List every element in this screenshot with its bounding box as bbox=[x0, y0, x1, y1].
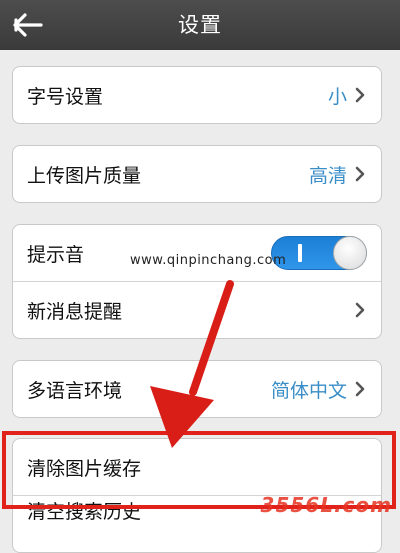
language-value: 简体中文 bbox=[270, 379, 347, 402]
upload-quality-label: 上传图片质量 bbox=[27, 164, 142, 187]
watermark-text: www.qinpinchang.com bbox=[130, 253, 287, 268]
header-bar: 设置 bbox=[0, 0, 400, 50]
font-size-value: 小 bbox=[327, 85, 347, 108]
language-row[interactable]: 多语言环境 简体中文 bbox=[13, 361, 381, 417]
upload-quality-row[interactable]: 上传图片质量 高清 bbox=[13, 146, 381, 202]
toggle-knob bbox=[333, 236, 367, 270]
chevron-right-icon bbox=[353, 165, 367, 183]
upload-quality-value: 高清 bbox=[308, 164, 347, 187]
chevron-right-icon bbox=[353, 301, 367, 319]
font-size-row[interactable]: 字号设置 小 bbox=[13, 67, 381, 123]
toggle-on-mark bbox=[298, 244, 302, 262]
card-notifications: 提示音 新消息提醒 bbox=[12, 224, 382, 339]
font-size-label: 字号设置 bbox=[27, 85, 104, 108]
language-label: 多语言环境 bbox=[27, 379, 123, 402]
chevron-right-icon bbox=[353, 86, 367, 104]
chevron-right-icon bbox=[353, 380, 367, 398]
site-logo: 3556L.com bbox=[260, 493, 392, 517]
card-font-size: 字号设置 小 bbox=[12, 66, 382, 124]
card-language: 多语言环境 简体中文 bbox=[12, 360, 382, 418]
new-message-alert-label: 新消息提醒 bbox=[27, 300, 123, 323]
card-upload-quality: 上传图片质量 高清 bbox=[12, 145, 382, 203]
page-title: 设置 bbox=[178, 13, 222, 37]
new-message-alert-row[interactable]: 新消息提醒 bbox=[13, 281, 381, 338]
